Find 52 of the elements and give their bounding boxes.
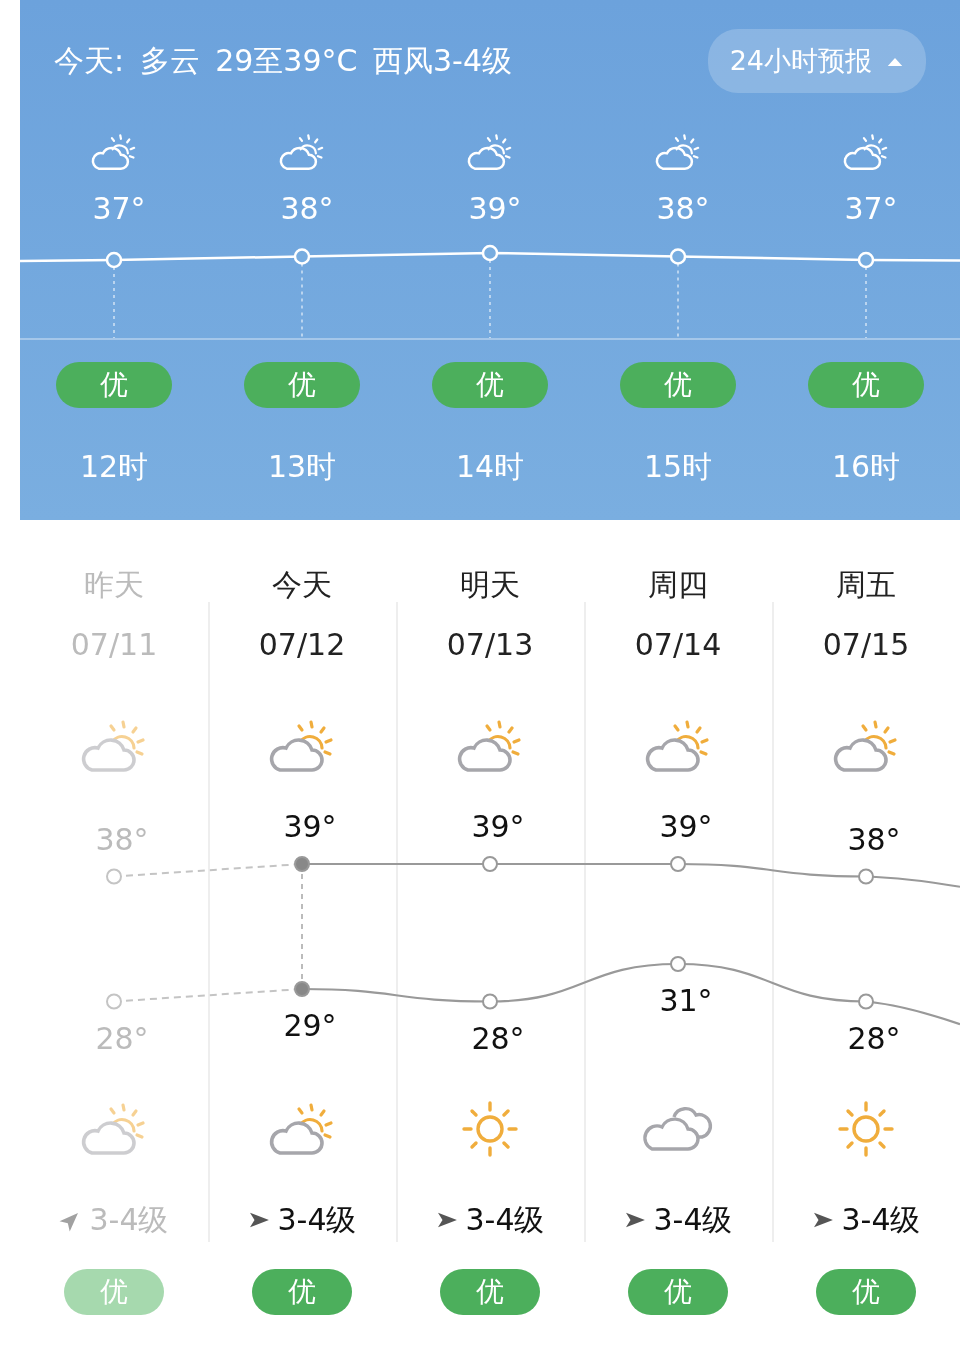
high-temperature: 39° [471, 808, 525, 846]
date-label: 07/15 [822, 626, 910, 664]
hour-label: 12时 [79, 447, 149, 486]
hour-temperature: 38° [655, 191, 710, 226]
forecast-toggle-button[interactable]: 24小时预报 [707, 29, 926, 93]
air-quality-badge: 优 [432, 362, 548, 408]
hour-label: 14时 [455, 447, 525, 486]
high-temperature: 39° [659, 808, 713, 846]
day-name: 昨天 [84, 566, 144, 604]
wind-arrow-icon [623, 1211, 646, 1229]
hour-temperature: 37° [843, 191, 898, 226]
hour-temperature: 38° [279, 191, 334, 226]
low-temperature: 28° [95, 1019, 149, 1058]
wind-level: 3-4级 [841, 1200, 921, 1239]
high-temperature: 38° [847, 820, 901, 859]
hour-temperature: 37° [91, 191, 146, 226]
high-temperature: 38° [95, 820, 149, 859]
wind-level: 3-4级 [89, 1200, 169, 1239]
air-quality-badge: 优 [440, 1269, 540, 1315]
wind-level: 3-4级 [653, 1200, 733, 1239]
wind-level: 3-4级 [465, 1200, 545, 1239]
date-label: 07/11 [70, 626, 158, 664]
low-temperature: 28° [471, 1019, 525, 1058]
wind-arrow-icon [435, 1211, 458, 1229]
hour-temperature: 39° [467, 191, 522, 226]
date-label: 07/13 [446, 626, 534, 664]
air-quality-badge: 优 [56, 362, 172, 408]
air-quality-badge: 优 [252, 1269, 352, 1315]
hour-label: 16时 [831, 447, 901, 486]
air-quality-badge: 优 [816, 1269, 916, 1315]
low-temperature: 29° [283, 1007, 337, 1045]
today-summary: 今天: 多云 29至39°C 西风3-4级 [54, 41, 512, 80]
wind-level: 3-4级 [277, 1200, 357, 1239]
air-quality-badge: 优 [64, 1269, 164, 1315]
hour-label: 13时 [267, 447, 337, 486]
day-name: 周五 [836, 566, 896, 604]
air-quality-badge: 优 [808, 362, 924, 408]
day-name: 周四 [648, 566, 708, 604]
high-temperature: 39° [283, 808, 337, 846]
date-label: 07/12 [258, 626, 346, 664]
caret-icon [886, 55, 904, 67]
day-name: 今天 [272, 566, 332, 604]
date-label: 07/14 [634, 626, 722, 664]
air-quality-badge: 优 [244, 362, 360, 408]
hour-label: 15时 [643, 447, 713, 486]
air-quality-badge: 优 [620, 362, 736, 408]
wind-arrow-icon [811, 1211, 834, 1229]
low-temperature: 31° [659, 982, 713, 1020]
low-temperature: 28° [847, 1019, 901, 1058]
wind-arrow-icon [247, 1211, 270, 1229]
day-name: 明天 [460, 566, 520, 604]
air-quality-badge: 优 [628, 1269, 728, 1315]
